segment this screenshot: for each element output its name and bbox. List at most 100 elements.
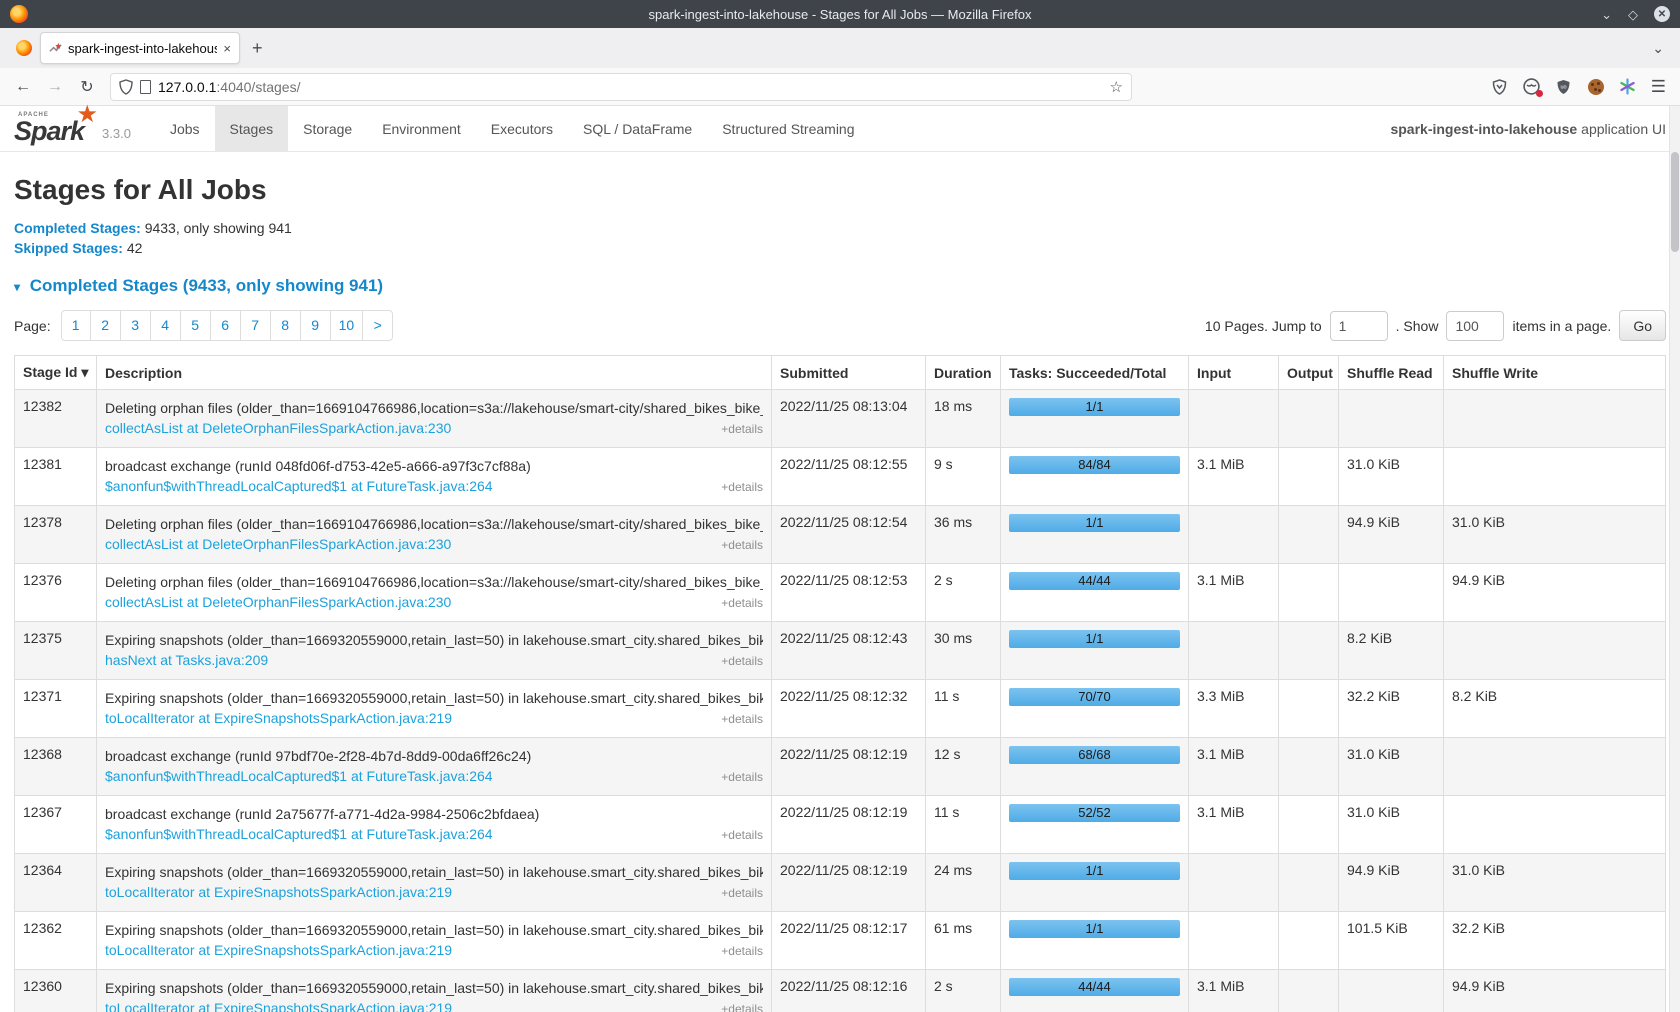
details-toggle[interactable]: +details — [713, 883, 763, 903]
forward-button[interactable]: → — [42, 78, 68, 96]
completed-stages-stat: Completed Stages: 9433, only showing 941 — [14, 218, 1666, 238]
privacy-mask-icon[interactable] — [1523, 78, 1541, 96]
spark-navbar: APACHE Spark ★ 3.3.0 JobsStagesStorageEn… — [0, 106, 1680, 152]
column-header-submitted[interactable]: Submitted — [772, 356, 926, 390]
details-toggle[interactable]: +details — [713, 999, 763, 1012]
spark-tab-storage[interactable]: Storage — [288, 106, 367, 151]
details-toggle[interactable]: +details — [713, 767, 763, 787]
tasks-progress-bar: 1/1 — [1009, 630, 1180, 648]
stage-detail-link[interactable]: toLocalIterator at ExpireSnapshotsSparkA… — [105, 998, 452, 1012]
list-tabs-chevron-icon[interactable]: ⌄ — [1652, 40, 1664, 57]
details-toggle[interactable]: +details — [713, 651, 763, 671]
stage-detail-link[interactable]: collectAsList at DeleteOrphanFilesSparkA… — [105, 592, 451, 612]
new-tab-button[interactable]: + — [252, 38, 263, 59]
tasks-progress-bar: 1/1 — [1009, 862, 1180, 880]
stage-detail-link[interactable]: $anonfun$withThreadLocalCaptured$1 at Fu… — [105, 824, 493, 844]
stage-description: Expiring snapshots (older_than=166932055… — [105, 862, 763, 882]
stage-description-cell: Expiring snapshots (older_than=166932055… — [97, 970, 772, 1012]
reload-button[interactable]: ↻ — [74, 77, 100, 97]
ublock-shield-icon[interactable]: uo — [1555, 78, 1573, 96]
column-header-tasks-succeeded-total[interactable]: Tasks: Succeeded/Total — [1001, 356, 1189, 390]
stage-detail-link[interactable]: toLocalIterator at ExpireSnapshotsSparkA… — [105, 708, 452, 728]
details-toggle[interactable]: +details — [713, 825, 763, 845]
page-button-8[interactable]: 8 — [271, 310, 301, 341]
url-bar[interactable]: 127.0.0.1:4040/stages/ ☆ — [110, 73, 1132, 101]
submitted-time: 2022/11/25 08:12:55 — [772, 448, 926, 506]
details-toggle[interactable]: +details — [713, 535, 763, 555]
stage-row-12360: 12360Expiring snapshots (older_than=1669… — [15, 970, 1666, 1012]
back-button[interactable]: ← — [10, 78, 36, 96]
duration: 30 ms — [926, 622, 1001, 680]
column-header-shuffle-read[interactable]: Shuffle Read — [1339, 356, 1444, 390]
page-button-7[interactable]: 7 — [241, 310, 271, 341]
column-header-output[interactable]: Output — [1279, 356, 1339, 390]
details-toggle[interactable]: +details — [713, 419, 763, 439]
stage-id: 12378 — [15, 506, 97, 564]
stage-description-cell: Deleting orphan files (older_than=166910… — [97, 390, 772, 448]
page-info-icon[interactable] — [140, 80, 151, 94]
details-toggle[interactable]: +details — [713, 941, 763, 961]
window-maximize-icon[interactable]: ◇ — [1628, 8, 1638, 21]
stage-detail-link[interactable]: $anonfun$withThreadLocalCaptured$1 at Fu… — [105, 476, 493, 496]
column-header-duration[interactable]: Duration — [926, 356, 1001, 390]
page-scrollbar[interactable] — [1669, 106, 1680, 1012]
pages-summary: 10 Pages. Jump to — [1205, 318, 1322, 334]
tasks-progress-cell: 1/1 — [1001, 506, 1189, 564]
details-toggle[interactable]: +details — [713, 477, 763, 497]
column-header-description[interactable]: Description — [97, 356, 772, 390]
page-button-6[interactable]: 6 — [211, 310, 241, 341]
details-toggle[interactable]: +details — [713, 709, 763, 729]
column-header-input[interactable]: Input — [1189, 356, 1279, 390]
tab-close-icon[interactable]: × — [223, 41, 231, 56]
shuffle-read-size: 94.9 KiB — [1339, 506, 1444, 564]
spark-tab-executors[interactable]: Executors — [476, 106, 568, 151]
tasks-progress-cell: 1/1 — [1001, 854, 1189, 912]
jump-to-page-input[interactable] — [1330, 311, 1388, 341]
menu-hamburger-icon[interactable]: ☰ — [1651, 77, 1666, 97]
firefox-logo-icon — [10, 5, 28, 23]
stage-row-12376: 12376Deleting orphan files (older_than=1… — [15, 564, 1666, 622]
window-minimize-icon[interactable]: ⌄ — [1601, 8, 1612, 21]
spark-tab-structured-streaming[interactable]: Structured Streaming — [707, 106, 869, 151]
stage-detail-link[interactable]: toLocalIterator at ExpireSnapshotsSparkA… — [105, 940, 452, 960]
page-button-9[interactable]: 9 — [301, 310, 331, 341]
duration: 2 s — [926, 564, 1001, 622]
window-close-icon[interactable]: ✕ — [1654, 6, 1670, 22]
items-per-page-input[interactable] — [1446, 311, 1504, 341]
spark-tab-sql-dataframe[interactable]: SQL / DataFrame — [568, 106, 707, 151]
page-button-3[interactable]: 3 — [121, 310, 151, 341]
stage-description-cell: Expiring snapshots (older_than=166932055… — [97, 854, 772, 912]
details-toggle[interactable]: +details — [713, 593, 763, 613]
page-button-1[interactable]: 1 — [61, 310, 91, 341]
stage-detail-link[interactable]: $anonfun$withThreadLocalCaptured$1 at Fu… — [105, 766, 493, 786]
stage-description: Deleting orphan files (older_than=166910… — [105, 398, 763, 418]
stage-detail-link[interactable]: toLocalIterator at ExpireSnapshotsSparkA… — [105, 882, 452, 902]
duration: 24 ms — [926, 854, 1001, 912]
page-button-5[interactable]: 5 — [181, 310, 211, 341]
scrollbar-thumb[interactable] — [1671, 152, 1679, 252]
spark-tab-stages[interactable]: Stages — [215, 106, 289, 151]
pocket-shield-icon[interactable] — [1491, 78, 1509, 96]
container-asterisk-icon[interactable] — [1619, 78, 1637, 96]
column-header-shuffle-write[interactable]: Shuffle Write — [1444, 356, 1666, 390]
spark-tab-environment[interactable]: Environment — [367, 106, 476, 151]
spark-tab-jobs[interactable]: Jobs — [155, 106, 215, 151]
go-button[interactable]: Go — [1619, 310, 1666, 341]
cookie-icon[interactable] — [1587, 78, 1605, 96]
page-button-4[interactable]: 4 — [151, 310, 181, 341]
next-page-button[interactable]: > — [363, 310, 393, 341]
spark-brand[interactable]: APACHE Spark ★ 3.3.0 — [0, 106, 141, 151]
page-button-2[interactable]: 2 — [91, 310, 121, 341]
tasks-progress-bar: 70/70 — [1009, 688, 1180, 706]
browser-toolbar: ← → ↻ 127.0.0.1:4040/stages/ ☆ uo — [0, 68, 1680, 106]
bookmark-star-icon[interactable]: ☆ — [1110, 78, 1123, 96]
stage-detail-link[interactable]: hasNext at Tasks.java:209 — [105, 650, 268, 670]
stage-detail-link[interactable]: collectAsList at DeleteOrphanFilesSparkA… — [105, 418, 451, 438]
tracking-shield-icon[interactable] — [119, 79, 133, 95]
browser-tab[interactable]: spark-ingest-into-lakehous × — [40, 32, 240, 64]
completed-stages-section-toggle[interactable]: ▾ Completed Stages (9433, only showing 9… — [14, 276, 1666, 296]
page-button-10[interactable]: 10 — [331, 310, 364, 341]
tasks-progress-cell: 52/52 — [1001, 796, 1189, 854]
stage-detail-link[interactable]: collectAsList at DeleteOrphanFilesSparkA… — [105, 534, 451, 554]
column-header-stage-id[interactable]: Stage Id ▾ — [15, 356, 97, 390]
